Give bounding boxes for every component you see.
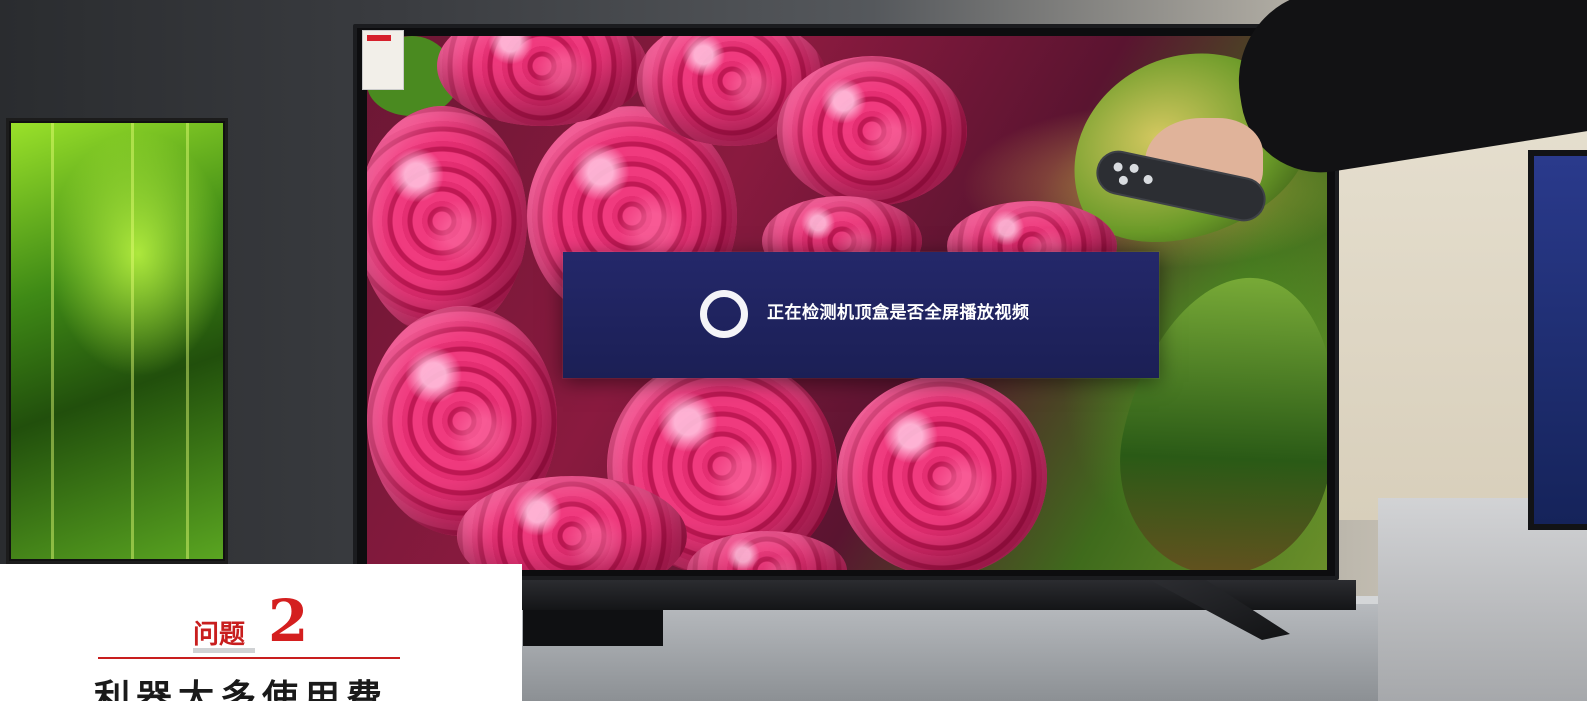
raspberry-image	[777, 56, 967, 206]
remote-button-icon	[1142, 174, 1154, 185]
raspberry-image	[367, 106, 527, 336]
issue-divider	[98, 657, 400, 659]
left-tv-screen	[11, 123, 223, 559]
store-scene: 2022 新 正在检测机顶盒是否全屏播放视频 问题 2 利器太多使用费	[0, 0, 1587, 701]
remote-button-icon	[1128, 163, 1140, 174]
remote-button-icon	[1112, 161, 1124, 173]
loading-ring-icon	[700, 290, 748, 338]
issue-number: 2	[268, 587, 309, 655]
article-heading-partial: 利器太多使用费	[94, 678, 389, 701]
issue-label-underline	[193, 648, 255, 653]
overlay-message: 正在检测机顶盒是否全屏播放视频	[767, 303, 1030, 323]
left-tv	[6, 118, 228, 564]
right-tv	[1528, 150, 1587, 530]
issue-label: 问题	[193, 620, 246, 650]
tv-overlay-dialog: 正在检测机顶盒是否全屏播放视频	[563, 252, 1159, 378]
remote-button-icon	[1118, 175, 1129, 186]
price-sticker	[362, 30, 404, 90]
raspberry-image	[837, 376, 1047, 570]
right-tv-screen	[1534, 156, 1587, 524]
tv-brand-strip	[523, 610, 663, 646]
